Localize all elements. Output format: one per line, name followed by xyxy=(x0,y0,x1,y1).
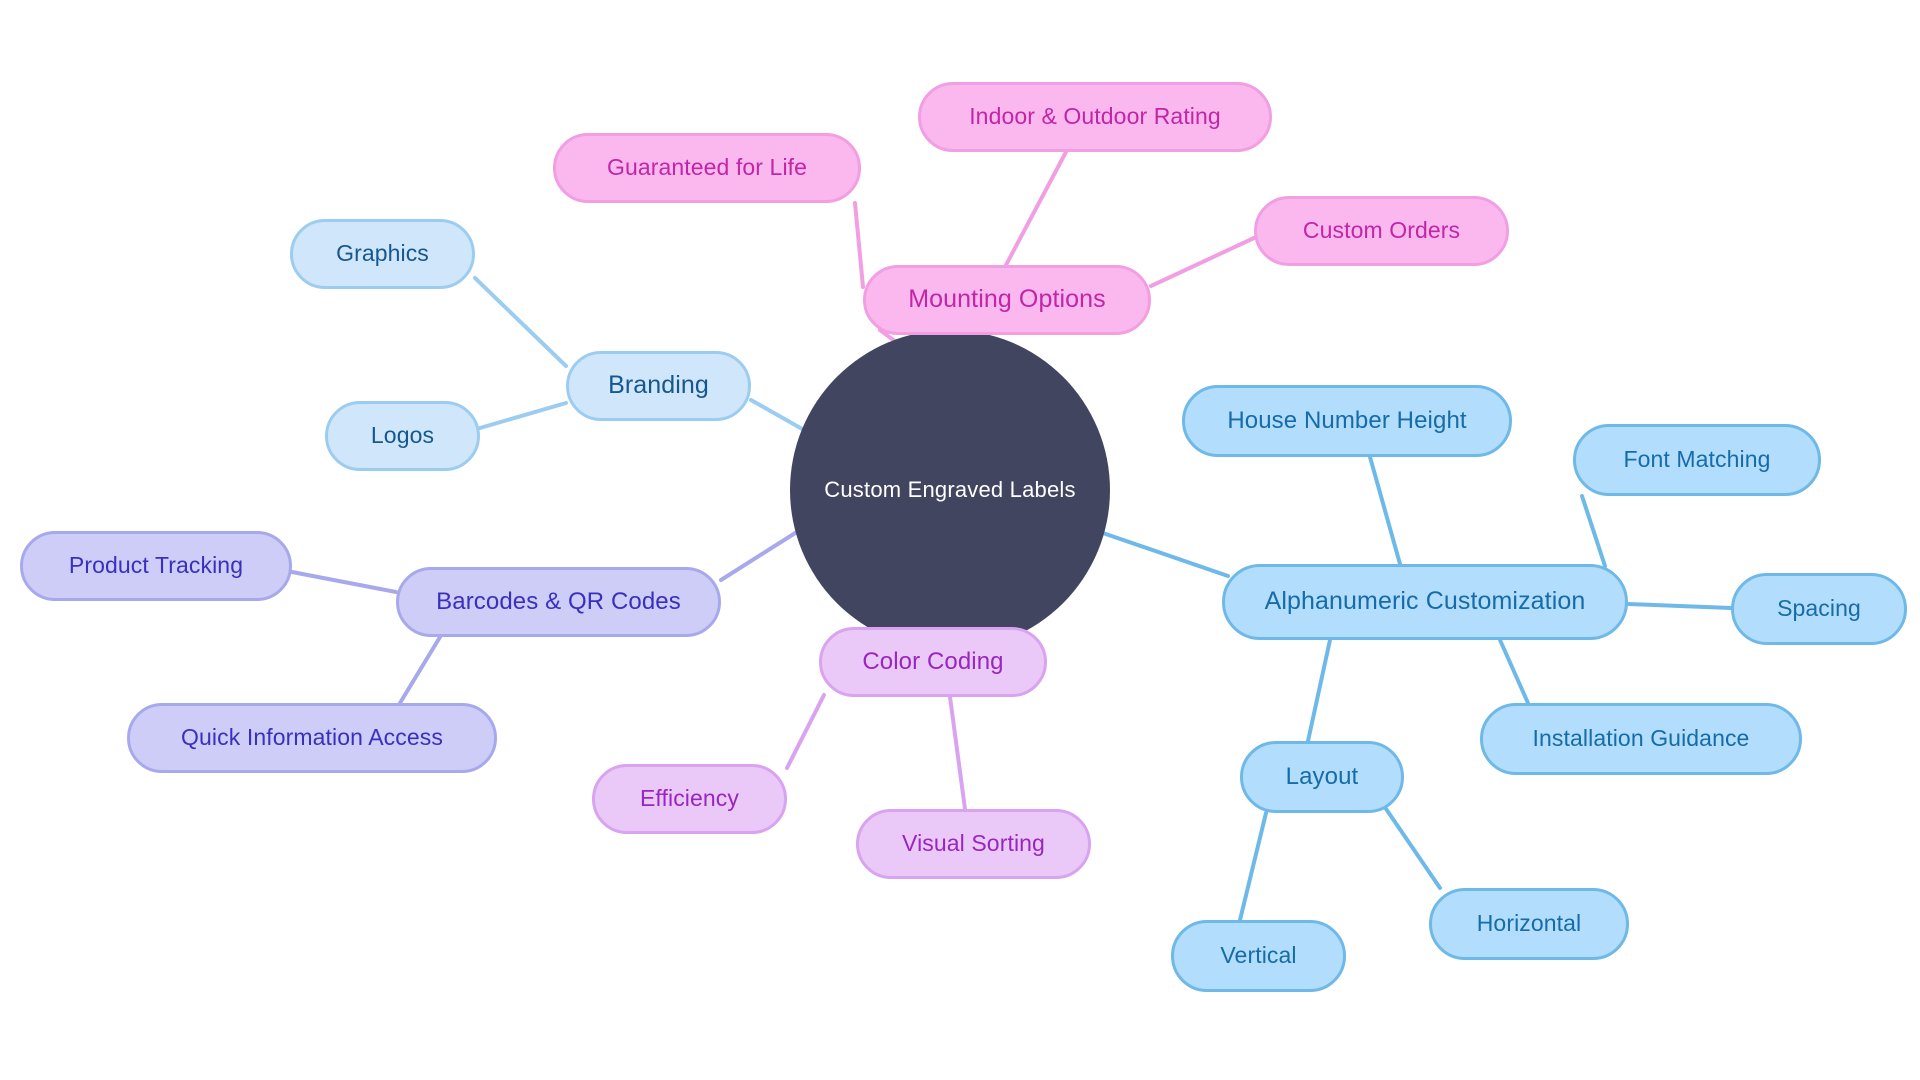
mindmap-node-color-coding[interactable]: Color Coding xyxy=(819,627,1047,697)
mindmap-node-product-tracking[interactable]: Product Tracking xyxy=(20,531,292,601)
mindmap-root-node[interactable]: Custom Engraved Labels xyxy=(790,330,1110,650)
edge-mounting-options-to-indoor-outdoor-rating xyxy=(1004,150,1068,267)
mindmap-node-graphics[interactable]: Graphics xyxy=(290,219,475,289)
edge-barcodes-qr-codes-to-quick-information-access xyxy=(398,635,442,705)
edge-layout-to-horizontal xyxy=(1378,798,1442,890)
mindmap-node-label-graphics: Graphics xyxy=(336,240,429,267)
edge-mounting-options-to-custom-orders xyxy=(1149,236,1256,288)
edge-alphanumeric-customization-to-installation-guidance xyxy=(1498,638,1530,705)
mindmap-node-custom-orders[interactable]: Custom Orders xyxy=(1254,196,1509,266)
edge-root-to-barcodes-qr-codes xyxy=(719,528,802,582)
mindmap-node-label-spacing: Spacing xyxy=(1777,595,1861,622)
edge-alphanumeric-customization-to-spacing xyxy=(1626,602,1733,610)
mindmap-node-label-quick-information-access: Quick Information Access xyxy=(181,724,443,751)
mindmap-node-spacing[interactable]: Spacing xyxy=(1731,573,1907,645)
edge-branding-to-logos xyxy=(478,401,568,430)
mindmap-node-label-house-number-height: House Number Height xyxy=(1227,406,1467,434)
mindmap-node-label-installation-guidance: Installation Guidance xyxy=(1532,725,1750,752)
mindmap-node-label-guaranteed-for-life: Guaranteed for Life xyxy=(606,154,808,181)
mindmap-node-label-barcodes-qr-codes: Barcodes & QR Codes xyxy=(436,587,681,615)
mindmap-node-visual-sorting[interactable]: Visual Sorting xyxy=(856,809,1091,879)
mindmap-node-installation-guidance[interactable]: Installation Guidance xyxy=(1480,703,1802,775)
mindmap-node-label-logos: Logos xyxy=(370,422,435,449)
mindmap-node-label-vertical: Vertical xyxy=(1220,942,1297,969)
mindmap-node-font-matching[interactable]: Font Matching xyxy=(1573,424,1821,496)
mindmap-node-branding[interactable]: Branding xyxy=(566,351,751,421)
mindmap-node-barcodes-qr-codes[interactable]: Barcodes & QR Codes xyxy=(396,567,721,637)
edge-root-to-alphanumeric-customization xyxy=(1095,529,1230,578)
mindmap-node-guaranteed-for-life[interactable]: Guaranteed for Life xyxy=(553,133,861,203)
mindmap-node-label-indoor-outdoor-rating: Indoor & Outdoor Rating xyxy=(969,103,1221,130)
mindmap-canvas: Custom Engraved Labels Mounting Options In… xyxy=(0,0,1920,1080)
mindmap-node-label-color-coding: Color Coding xyxy=(862,647,1004,675)
mindmap-node-label-custom-orders: Custom Orders xyxy=(1302,217,1461,244)
mindmap-node-label-font-matching: Font Matching xyxy=(1623,446,1771,473)
mindmap-node-house-number-height[interactable]: House Number Height xyxy=(1182,385,1512,457)
mindmap-node-indoor-outdoor-rating[interactable]: Indoor & Outdoor Rating xyxy=(918,82,1272,152)
mindmap-node-mounting-options[interactable]: Mounting Options xyxy=(863,265,1151,335)
edge-color-coding-to-efficiency xyxy=(785,693,826,770)
edge-branding-to-graphics xyxy=(473,276,568,368)
edge-layout-to-vertical xyxy=(1238,811,1268,922)
mindmap-node-label-layout: Layout xyxy=(1285,762,1359,790)
mindmap-node-label-horizontal: Horizontal xyxy=(1476,910,1582,937)
mindmap-node-efficiency[interactable]: Efficiency xyxy=(592,764,787,834)
mindmap-node-quick-information-access[interactable]: Quick Information Access xyxy=(127,703,497,773)
mindmap-node-label-mounting-options: Mounting Options xyxy=(908,285,1106,314)
mindmap-node-vertical[interactable]: Vertical xyxy=(1171,920,1346,992)
edge-color-coding-to-visual-sorting xyxy=(948,695,967,811)
mindmap-node-label-product-tracking: Product Tracking xyxy=(68,552,244,579)
mindmap-node-layout[interactable]: Layout xyxy=(1240,741,1404,813)
mindmap-root-label: Custom Engraved Labels xyxy=(824,476,1076,502)
mindmap-node-alphanumeric-customization[interactable]: Alphanumeric Customization xyxy=(1222,564,1628,640)
edge-alphanumeric-customization-to-house-number-height xyxy=(1368,455,1402,566)
edge-mounting-options-to-guaranteed-for-life xyxy=(853,201,865,289)
edge-alphanumeric-customization-to-layout xyxy=(1306,638,1332,743)
edge-barcodes-qr-codes-to-product-tracking xyxy=(290,570,398,594)
mindmap-node-label-visual-sorting: Visual Sorting xyxy=(902,830,1045,857)
mindmap-node-label-alphanumeric-customization: Alphanumeric Customization xyxy=(1264,587,1586,616)
mindmap-node-label-branding: Branding xyxy=(608,371,709,400)
mindmap-node-label-efficiency: Efficiency xyxy=(639,785,739,812)
mindmap-node-horizontal[interactable]: Horizontal xyxy=(1429,888,1629,960)
edge-alphanumeric-customization-to-font-matching xyxy=(1580,494,1607,568)
mindmap-node-logos[interactable]: Logos xyxy=(325,401,480,471)
